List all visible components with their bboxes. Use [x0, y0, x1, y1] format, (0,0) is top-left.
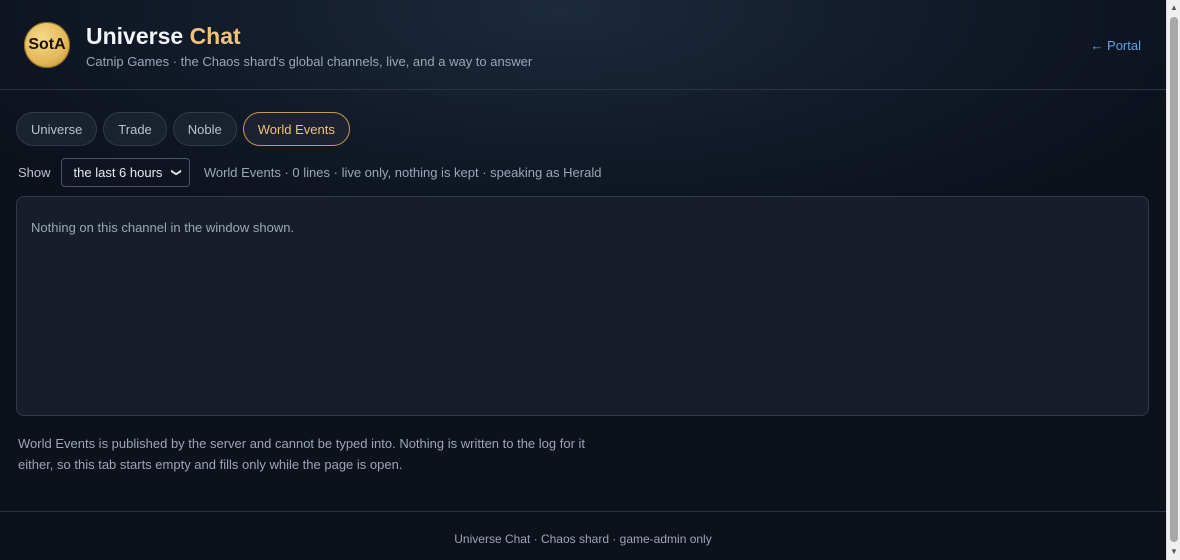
page-title: Universe Chat — [86, 22, 241, 50]
scroll-down-icon[interactable]: ▼ — [1170, 548, 1178, 556]
page-subtitle: Catnip Games · the Chaos shard's global … — [86, 54, 533, 69]
show-label: Show — [18, 164, 51, 180]
footer-text: Universe Chat · Chaos shard · game-admin… — [454, 532, 712, 546]
header: SotA Universe Chat Catnip Games · the Ch… — [0, 0, 1166, 90]
chat-log: Nothing on this channel in the window sh… — [16, 196, 1149, 416]
page-scrollbar[interactable]: ▲ ▼ — [1166, 0, 1180, 560]
log-controls: Show the last 6 hours ❯ World Events · 0… — [18, 157, 601, 187]
title-main: Universe — [86, 23, 184, 49]
time-window-value: the last 6 hours — [73, 164, 163, 180]
scroll-up-icon[interactable]: ▲ — [1170, 4, 1178, 12]
tab-world-events[interactable]: World Events — [242, 112, 350, 146]
page: SotA Universe Chat Catnip Games · the Ch… — [0, 0, 1166, 560]
portal-link[interactable]: ← Portal — [1090, 38, 1141, 53]
sota-logo: SotA — [24, 22, 70, 68]
empty-log-message: Nothing on this channel in the window sh… — [31, 220, 295, 235]
scrollbar-thumb[interactable] — [1170, 17, 1178, 542]
tab-universe[interactable]: Universe — [16, 112, 98, 146]
chevron-down-icon: ❯ — [171, 167, 183, 177]
footer: Universe Chat · Chaos shard · game-admin… — [0, 511, 1166, 560]
tab-trade[interactable]: Trade — [103, 112, 167, 146]
tab-noble[interactable]: Noble — [172, 112, 237, 146]
title-accent: Chat — [189, 23, 241, 49]
channel-status: World Events · 0 lines · live only, noth… — [203, 164, 602, 180]
channel-tabs: Universe Trade Noble World Events — [16, 112, 350, 146]
time-window-select[interactable]: the last 6 hours ❯ — [60, 157, 190, 187]
channel-note: World Events is published by the server … — [18, 436, 586, 472]
